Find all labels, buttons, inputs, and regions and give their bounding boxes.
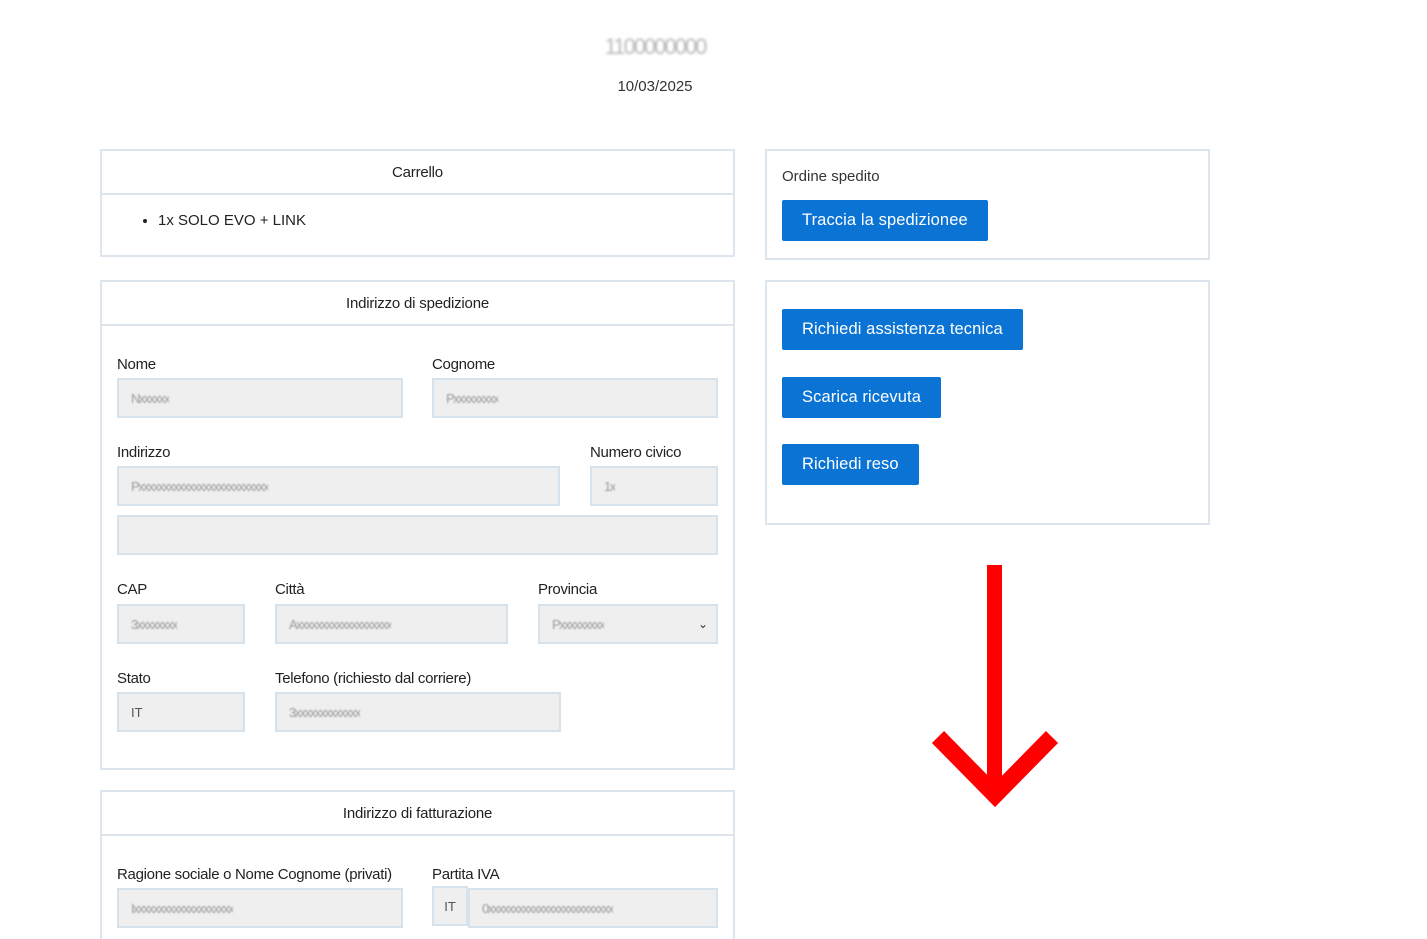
billing-title: Indirizzo di fatturazione: [102, 792, 733, 836]
indirizzo2-field[interactable]: [117, 515, 718, 555]
shipping-address-panel: Indirizzo di spedizione Nome Nxxxxxx Cog…: [100, 280, 735, 770]
cart-title: Carrello: [102, 151, 733, 195]
provincia-label: Provincia: [538, 581, 597, 598]
order-date: 10/03/2025: [617, 78, 693, 95]
request-assistance-button[interactable]: Richiedi assistenza tecnica: [782, 309, 1023, 350]
shipping-title: Indirizzo di spedizione: [102, 282, 733, 326]
billing-address-panel: Indirizzo di fatturazione Ragione social…: [100, 790, 735, 939]
indirizzo-value: Pxxxxxxxxxxxxxxxxxxxxxxxxxx: [131, 478, 269, 494]
order-id: 1100000000: [604, 34, 708, 59]
indirizzo-field[interactable]: Pxxxxxxxxxxxxxxxxxxxxxxxxxx: [117, 466, 560, 506]
cart-panel: Carrello 1x SOLO EVO + LINK: [100, 149, 735, 257]
civico-field[interactable]: 1x: [590, 466, 718, 506]
citta-field[interactable]: Axxxxxxxxxxxxxxxxxxx: [275, 604, 508, 644]
provincia-value: Pxxxxxxxxx: [552, 616, 605, 632]
piva-label: Partita IVA: [432, 866, 500, 883]
ragione-label: Ragione sociale o Nome Cognome (privati): [117, 866, 392, 883]
piva-field[interactable]: 0xxxxxxxxxxxxxxxxxxxxxxxxx: [468, 888, 718, 928]
provincia-select[interactable]: Pxxxxxxxxx ⌄: [538, 604, 718, 644]
order-actions-panel: Richiedi assistenza tecnica Scarica rice…: [765, 280, 1210, 525]
order-detail-page: 1100000000 10/03/2025 Carrello 1x SOLO E…: [0, 0, 1427, 939]
download-receipt-button[interactable]: Scarica ricevuta: [782, 377, 941, 418]
nome-value: Nxxxxxx: [131, 390, 169, 406]
stato-value: IT: [131, 704, 143, 720]
cap-label: CAP: [117, 581, 147, 598]
telefono-field[interactable]: 3xxxxxxxxxxxxx: [275, 692, 561, 732]
chevron-down-icon: ⌄: [697, 617, 708, 631]
stato-field[interactable]: IT: [117, 692, 245, 732]
nome-field[interactable]: Nxxxxxx: [117, 378, 403, 418]
track-shipment-button[interactable]: Traccia la spedizionee: [782, 200, 988, 241]
citta-label: Città: [275, 581, 305, 598]
cap-value: 3xxxxxxxx: [131, 616, 177, 632]
nome-label: Nome: [117, 356, 156, 373]
telefono-value: 3xxxxxxxxxxxxx: [289, 704, 360, 720]
piva-value: 0xxxxxxxxxxxxxxxxxxxxxxxxx: [482, 900, 613, 916]
ragione-field[interactable]: Ixxxxxxxxxxxxxxxxxxxx: [117, 888, 403, 928]
ragione-value: Ixxxxxxxxxxxxxxxxxxxx: [131, 900, 234, 916]
piva-prefix: IT: [432, 886, 468, 926]
arrow-down-icon: [931, 565, 1059, 808]
cognome-value: Pxxxxxxxxx: [446, 390, 499, 406]
cart-item: 1x SOLO EVO + LINK: [158, 211, 733, 231]
order-status-panel: Ordine spedito Traccia la spedizionee: [765, 149, 1210, 260]
citta-value: Axxxxxxxxxxxxxxxxxxx: [289, 616, 392, 632]
indirizzo-label: Indirizzo: [117, 444, 171, 461]
civico-label: Numero civico: [590, 444, 682, 461]
request-return-button[interactable]: Richiedi reso: [782, 444, 919, 485]
stato-label: Stato: [117, 670, 151, 687]
order-status-text: Ordine spedito: [782, 168, 880, 185]
civico-value: 1x: [604, 478, 615, 494]
cognome-label: Cognome: [432, 356, 495, 373]
cap-field[interactable]: 3xxxxxxxx: [117, 604, 245, 644]
cognome-field[interactable]: Pxxxxxxxxx: [432, 378, 718, 418]
telefono-label: Telefono (richiesto dal corriere): [275, 670, 472, 687]
cart-items-list: 1x SOLO EVO + LINK: [102, 211, 733, 231]
